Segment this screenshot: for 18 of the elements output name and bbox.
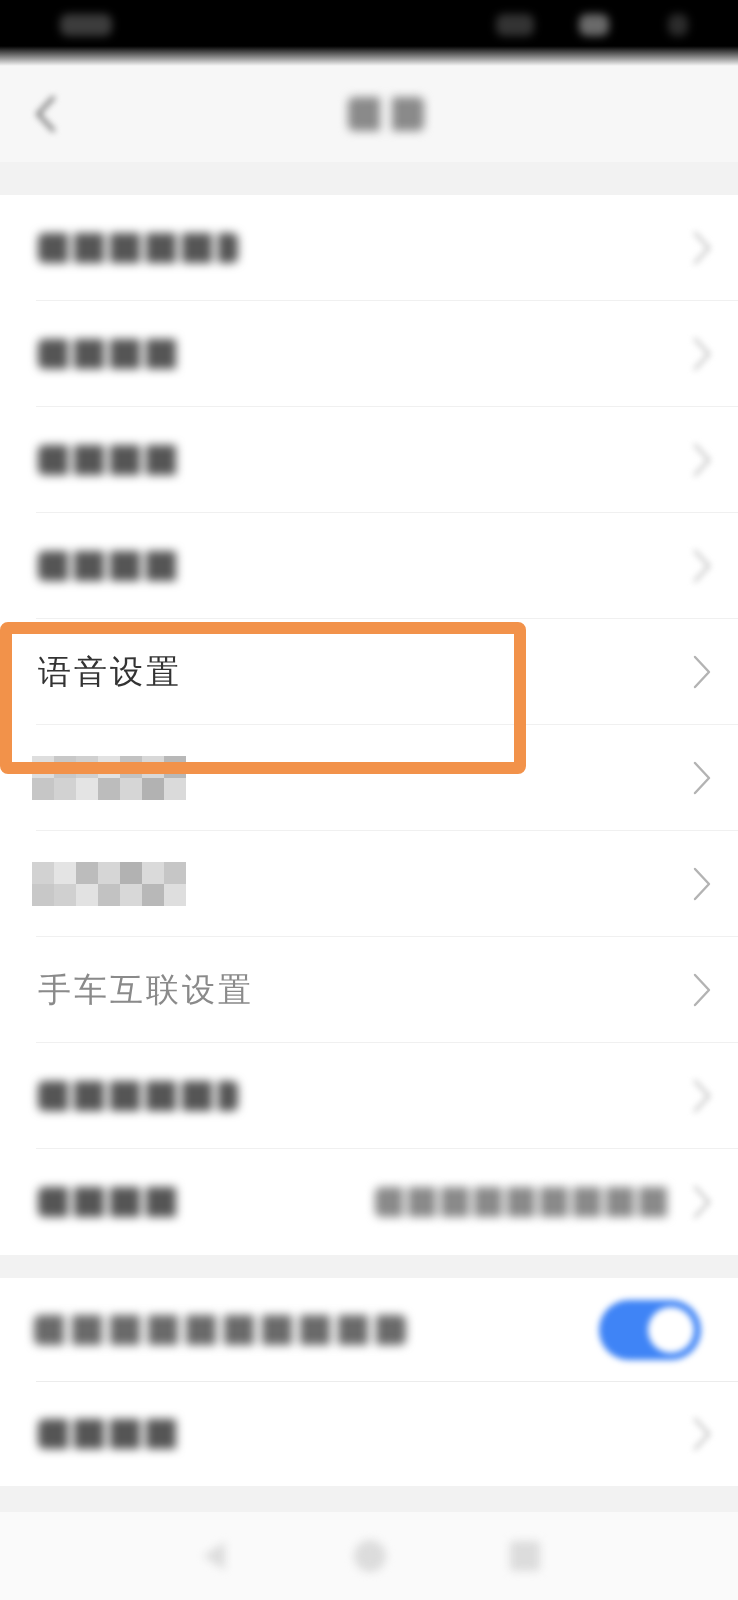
chevron-right-icon bbox=[693, 443, 711, 477]
chevron-right-icon bbox=[693, 1417, 711, 1451]
blurred-status-icon bbox=[579, 14, 609, 36]
blurred-status-text bbox=[60, 14, 112, 36]
chevron-right-icon bbox=[693, 549, 711, 583]
back-icon[interactable] bbox=[34, 95, 56, 133]
chevron-right-icon bbox=[693, 867, 711, 901]
chevron-right-icon bbox=[693, 231, 711, 265]
toggle-switch[interactable] bbox=[599, 1300, 701, 1360]
chevron-right-icon bbox=[693, 1079, 711, 1113]
chevron-right-icon bbox=[693, 337, 711, 371]
blurred-status-icon bbox=[668, 14, 688, 36]
chevron-right-icon bbox=[693, 655, 711, 689]
chevron-right-icon bbox=[693, 973, 711, 1007]
chevron-right-icon bbox=[693, 1185, 711, 1219]
setting-label[interactable]: 语音设置 bbox=[38, 649, 182, 695]
blurred-status-icon bbox=[496, 14, 534, 36]
chevron-right-icon bbox=[693, 761, 711, 795]
